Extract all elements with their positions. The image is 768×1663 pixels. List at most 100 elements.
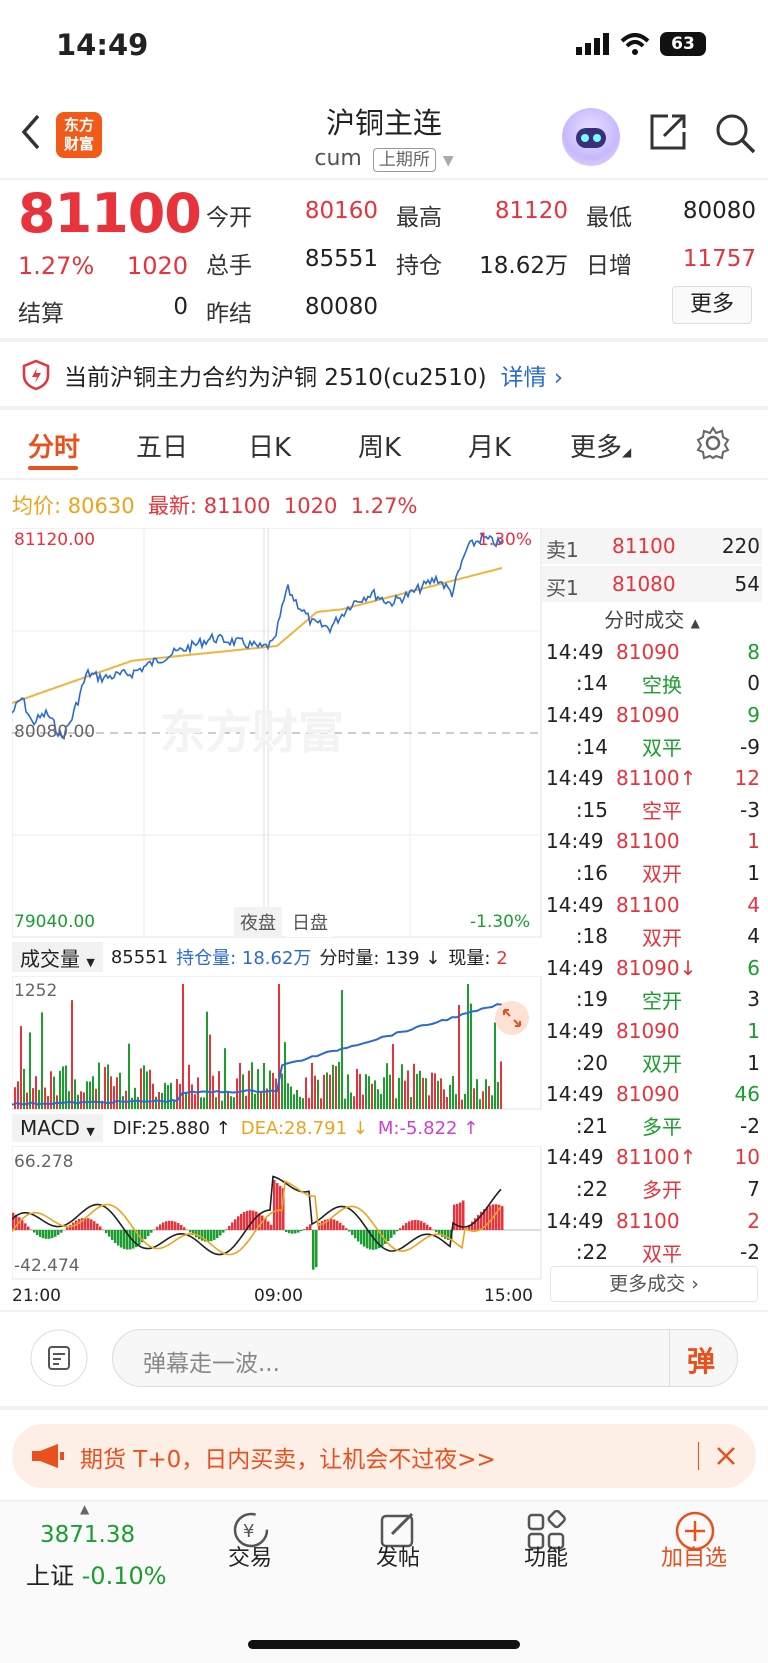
volume-bar — [200, 1097, 202, 1109]
volume-bar — [392, 1044, 394, 1109]
nav-post[interactable]: 发帖 — [338, 1540, 458, 1572]
tick-row: 14:49 81090 1 — [546, 1015, 760, 1047]
close-icon[interactable] — [716, 1446, 736, 1466]
tick-row: :22 多开 7 — [546, 1173, 760, 1205]
low-label: 最低 — [586, 205, 632, 231]
volume-bar — [338, 1061, 340, 1109]
macd-ymin: -42.474 — [14, 1256, 80, 1276]
macd-bar — [57, 1230, 60, 1235]
tab-intraday[interactable]: 分时 — [28, 427, 80, 464]
volume-bar — [269, 1070, 271, 1109]
low-value: 80080 — [682, 198, 756, 224]
nav-trade[interactable]: 交易 — [190, 1540, 310, 1572]
day-session-button[interactable]: 日盘 — [286, 907, 334, 937]
tick-row: :14 双平 -9 — [546, 731, 760, 763]
volume-bar — [236, 1078, 238, 1109]
tick-volume: 2 — [747, 1208, 760, 1233]
volume-bar — [245, 1095, 247, 1109]
volume-bar — [389, 1074, 391, 1109]
tick-volume: -2 — [740, 1240, 760, 1265]
tab-daily-k[interactable]: 日K — [248, 427, 291, 464]
home-indicator[interactable] — [248, 1640, 520, 1649]
ticks-title[interactable]: 分时成交 ▲ — [542, 604, 762, 634]
volume-bar — [188, 1064, 190, 1109]
volume-selector[interactable]: 成交量 ▼ — [12, 942, 103, 972]
contract-notice[interactable]: 当前沪铜主力合约为沪铜 2510(cu2510) 详情 › — [22, 358, 563, 392]
tick-time: :19 — [575, 987, 608, 1012]
tab-5day[interactable]: 五日 — [136, 427, 188, 464]
search-icon[interactable] — [714, 112, 756, 154]
index-name-change[interactable]: 上证 -0.10% — [26, 1556, 167, 1591]
volume-bar — [410, 1097, 412, 1109]
tick-volume: 1 — [747, 829, 760, 854]
index-value[interactable]: 3871.38 — [40, 1522, 135, 1548]
tick-time: 14:49 — [546, 1018, 604, 1043]
volume-bar — [347, 1074, 349, 1109]
volume-bar — [32, 1088, 34, 1109]
macd-selector[interactable]: MACD ▼ — [12, 1114, 103, 1142]
macd-bar — [87, 1218, 90, 1230]
tab-more[interactable]: 更多◢ — [570, 427, 631, 464]
macd-bar — [315, 1230, 318, 1268]
share-icon[interactable] — [648, 112, 688, 152]
volume-bar — [317, 1079, 319, 1109]
volume-bar — [275, 1078, 277, 1109]
macd-bar — [306, 1226, 309, 1230]
volume-bar — [224, 1048, 226, 1109]
danmu-input[interactable]: 弹幕走一波... 弹 — [112, 1329, 738, 1387]
macd-bar — [417, 1220, 420, 1230]
volume-bar — [377, 1089, 379, 1109]
volume-bar — [119, 1072, 121, 1109]
volume-bar — [287, 1083, 289, 1109]
macd-bar — [309, 1224, 312, 1230]
volume-bar — [362, 1094, 364, 1109]
change-value: 1020 — [126, 252, 188, 280]
macd-bar — [180, 1224, 183, 1230]
tab-weekly-k[interactable]: 周K — [358, 427, 401, 464]
tick-time: 14:49 — [546, 702, 604, 727]
tick-time: :22 — [575, 1240, 608, 1265]
volume-bar — [185, 1091, 187, 1109]
volume-bar — [191, 1084, 193, 1109]
macd-bar — [270, 1224, 273, 1230]
volume-bar — [419, 1070, 421, 1109]
more-ticks-button[interactable]: 更多成交 › — [550, 1266, 758, 1302]
macd-bar — [237, 1216, 240, 1230]
volume-bar — [194, 1094, 196, 1109]
macd-bar — [228, 1225, 231, 1230]
tick-time: :18 — [575, 924, 608, 949]
macd-bar — [78, 1218, 81, 1230]
macd-bar — [303, 1229, 306, 1230]
tab-monthly-k[interactable]: 月K — [468, 427, 511, 464]
pct-high-label: 1.30% — [478, 530, 533, 550]
promo-banner[interactable]: 期货 T+0，日内买卖，让机会不过夜>> — [12, 1424, 756, 1488]
notice-detail-link[interactable]: 详情 › — [501, 358, 564, 392]
more-quote-button[interactable]: 更多 — [672, 286, 752, 324]
prev-settle-value: 80080 — [304, 294, 378, 320]
expand-icon[interactable] — [494, 1000, 530, 1036]
macd-bar — [105, 1230, 108, 1234]
nav-add-watchlist[interactable]: 加自选 — [634, 1540, 754, 1572]
night-session-button[interactable]: 夜盘 — [234, 907, 282, 937]
macd-bar — [21, 1220, 24, 1230]
volume-bar — [41, 1012, 43, 1109]
macd-bar — [42, 1230, 45, 1239]
volume-bar — [398, 1077, 400, 1109]
volume-bar — [296, 1089, 298, 1109]
nav-functions[interactable]: 功能 — [486, 1540, 606, 1572]
macd-bar — [240, 1213, 243, 1230]
volume-bar — [140, 1068, 142, 1109]
volume-bar — [155, 1096, 157, 1109]
volume-bar — [239, 1063, 241, 1109]
volume-bar — [407, 1070, 409, 1109]
volume-bar — [413, 1063, 415, 1109]
avg-price-line — [12, 567, 503, 704]
settings-gear-icon[interactable] — [696, 426, 730, 460]
volume-bar — [497, 1081, 499, 1109]
tick-price: 81100 — [616, 829, 680, 854]
assistant-avatar[interactable] — [562, 108, 620, 166]
tick-price: 81090 — [616, 1018, 680, 1043]
danmu-settings-icon[interactable] — [30, 1329, 88, 1387]
pct-low-label: -1.30% — [470, 912, 531, 932]
danmu-send-button[interactable]: 弹 — [687, 1340, 715, 1380]
